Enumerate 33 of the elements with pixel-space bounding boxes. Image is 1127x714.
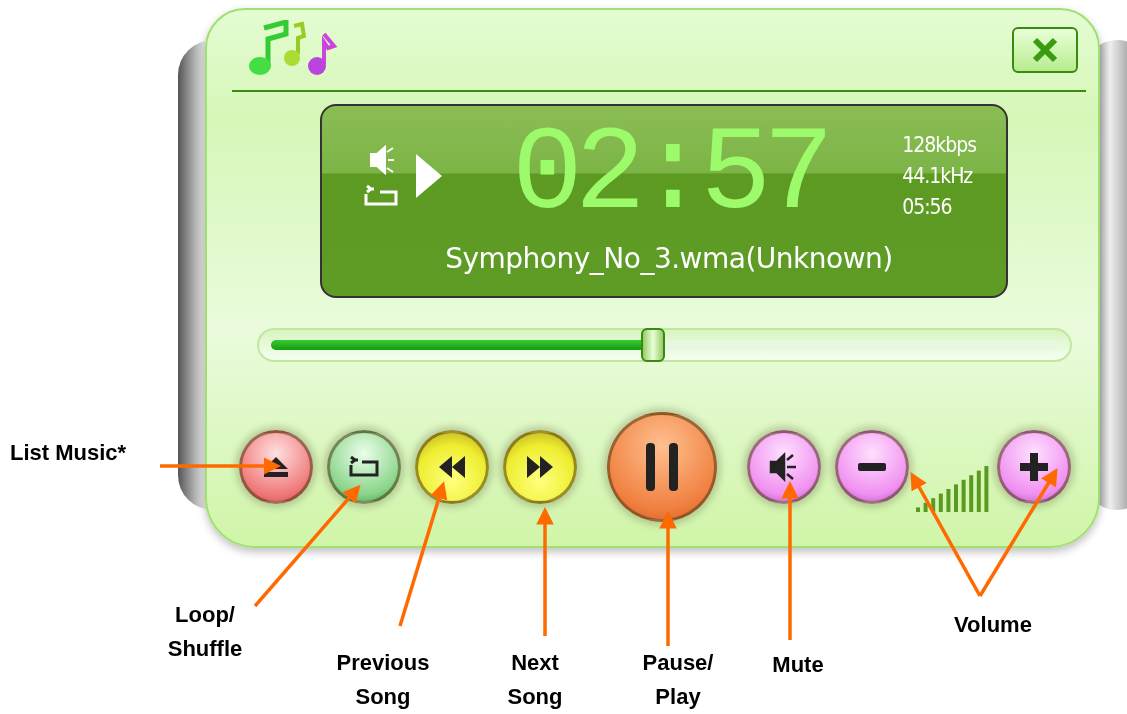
plus-icon [1020, 453, 1048, 481]
fast-forward-icon [526, 455, 554, 479]
bitrate-text: 128kbps [902, 131, 976, 159]
pause-icon [645, 442, 679, 492]
close-button[interactable] [1012, 27, 1078, 73]
callout-label: Volume [953, 611, 1033, 639]
track-name: Symphony_No_3.wma(Unknown) [444, 242, 894, 275]
next-button[interactable] [503, 430, 577, 504]
eject-button[interactable] [239, 430, 313, 504]
seek-thumb[interactable] [640, 328, 665, 362]
speaker-icon [769, 452, 799, 482]
callout-label: Previous Song [335, 649, 431, 711]
pause-button[interactable] [607, 412, 717, 522]
elapsed-time: 02:57 [512, 117, 828, 235]
volume-up-button[interactable] [997, 430, 1071, 504]
mute-button[interactable] [747, 430, 821, 504]
volume-down-button[interactable] [835, 430, 909, 504]
rewind-icon [438, 455, 466, 479]
eject-icon [263, 456, 289, 478]
minus-icon [858, 463, 886, 471]
callout-label: Mute [771, 651, 825, 679]
close-icon [1031, 36, 1059, 64]
loop-icon [348, 456, 380, 478]
callout-label: Next Song [506, 649, 564, 711]
play-icon [414, 152, 444, 200]
sample-rate-text: 44.1kHz [902, 162, 974, 190]
callout-label: List Music* [10, 439, 128, 467]
previous-button[interactable] [415, 430, 489, 504]
loop-button[interactable] [327, 430, 401, 504]
callout-label: Pause/ Play [641, 649, 715, 711]
speaker-icon [369, 144, 395, 176]
duration-text: 05:56 [902, 193, 953, 221]
callout-label: Loop/ Shuffle [166, 601, 244, 663]
